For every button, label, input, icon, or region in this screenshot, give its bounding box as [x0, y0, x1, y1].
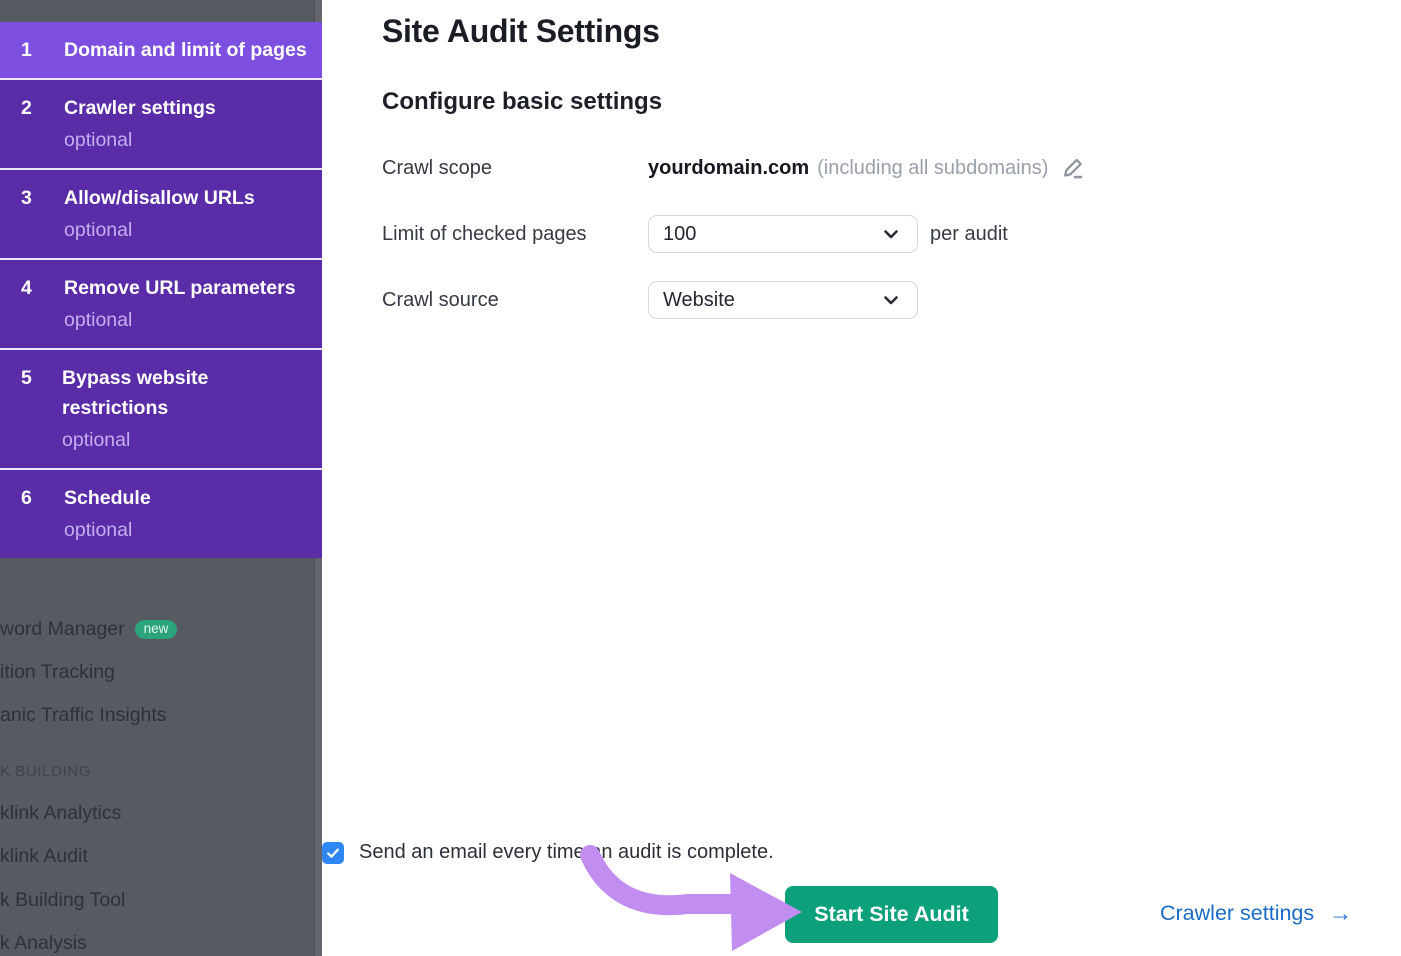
limit-pages-select[interactable]: 100 — [648, 215, 918, 253]
crawl-scope-value: yourdomain.com (including all subdomains… — [648, 155, 1087, 182]
step-title: Bypass website restrictions — [62, 363, 308, 423]
wizard-step-bypass-website-restrictions[interactable]: 5 Bypass website restrictions optional — [0, 348, 322, 468]
sidebar-item-position-tracking[interactable]: ition Tracking — [0, 661, 115, 684]
right-arrow-icon: → — [1329, 902, 1352, 925]
sidebar-item-label: k Analysis — [0, 932, 87, 955]
step-number: 4 — [0, 273, 64, 335]
step-number: 5 — [0, 363, 62, 455]
sidebar-item-label: k Building Tool — [0, 889, 125, 912]
sidebar-item-label: word Manager — [0, 618, 125, 641]
crawl-scope-label: Crawl scope — [382, 157, 492, 180]
email-checkbox[interactable] — [322, 842, 344, 864]
step-number: 1 — [0, 35, 64, 65]
step-title: Domain and limit of pages — [64, 35, 307, 65]
page-title: Site Audit Settings — [382, 13, 660, 50]
wizard-step-schedule[interactable]: 6 Schedule optional — [0, 468, 322, 558]
sidebar-item-backlink-audit[interactable]: klink Audit — [0, 845, 88, 868]
sidebar-item-label: klink Audit — [0, 845, 88, 868]
start-site-audit-button[interactable]: Start Site Audit — [785, 886, 998, 943]
sidebar-item-link-building-tool[interactable]: k Building Tool — [0, 889, 125, 912]
site-audit-settings-page: word Manager new ition Tracking anic Tra… — [0, 0, 1401, 956]
sidebar-item-label: ition Tracking — [0, 661, 115, 684]
limit-pages-label: Limit of checked pages — [382, 223, 587, 246]
background-sidebar: word Manager new ition Tracking anic Tra… — [0, 0, 322, 956]
step-number: 3 — [0, 183, 64, 245]
step-optional-label: optional — [64, 515, 151, 545]
step-title: Schedule — [64, 483, 151, 513]
sidebar-item-bulk-analysis[interactable]: k Analysis — [0, 932, 87, 955]
crawl-scope-domain: yourdomain.com — [648, 157, 809, 180]
crawl-source-select[interactable]: Website — [648, 281, 918, 319]
step-title: Allow/disallow URLs — [64, 183, 255, 213]
sidebar-item-label: anic Traffic Insights — [0, 704, 167, 727]
checkmark-icon — [325, 845, 341, 861]
step-optional-label: optional — [64, 305, 296, 335]
sidebar-item-label: klink Analytics — [0, 802, 121, 825]
crawler-settings-link-label: Crawler settings — [1160, 901, 1314, 926]
step-number: 6 — [0, 483, 64, 545]
sidebar-item-backlink-analytics[interactable]: klink Analytics — [0, 802, 121, 825]
edit-pencil-icon[interactable] — [1060, 155, 1087, 182]
per-audit-suffix: per audit — [930, 223, 1008, 246]
settings-wizard-nav: 1 Domain and limit of pages 2 Crawler se… — [0, 22, 322, 558]
wizard-step-remove-url-parameters[interactable]: 4 Remove URL parameters optional — [0, 258, 322, 348]
wizard-step-domain-and-limit[interactable]: 1 Domain and limit of pages — [0, 22, 322, 78]
crawler-settings-link[interactable]: Crawler settings → — [1160, 901, 1352, 926]
step-optional-label: optional — [64, 215, 255, 245]
step-optional-label: optional — [62, 425, 308, 455]
limit-pages-value: 100 — [663, 223, 696, 246]
step-title: Crawler settings — [64, 93, 216, 123]
sidebar-item-organic-traffic-insights[interactable]: anic Traffic Insights — [0, 704, 167, 727]
step-optional-label: optional — [64, 125, 216, 155]
wizard-step-allow-disallow-urls[interactable]: 3 Allow/disallow URLs optional — [0, 168, 322, 258]
step-title: Remove URL parameters — [64, 273, 296, 303]
section-title: Configure basic settings — [382, 88, 662, 116]
email-checkbox-label: Send an email every time an audit is com… — [359, 841, 774, 864]
step-number: 2 — [0, 93, 64, 155]
email-notification-row: Send an email every time an audit is com… — [322, 841, 774, 864]
settings-main-panel: Site Audit Settings Configure basic sett… — [322, 0, 1401, 956]
sidebar-item-keyword-manager[interactable]: word Manager new — [0, 618, 177, 641]
crawl-source-label: Crawl source — [382, 289, 499, 312]
wizard-step-crawler-settings[interactable]: 2 Crawler settings optional — [0, 78, 322, 168]
new-badge: new — [135, 620, 178, 639]
chevron-down-icon — [879, 222, 903, 246]
crawl-scope-note: (including all subdomains) — [817, 157, 1048, 180]
sidebar-section-link-building: K BUILDING — [0, 763, 91, 780]
crawl-source-value: Website — [663, 289, 735, 312]
chevron-down-icon — [879, 288, 903, 312]
